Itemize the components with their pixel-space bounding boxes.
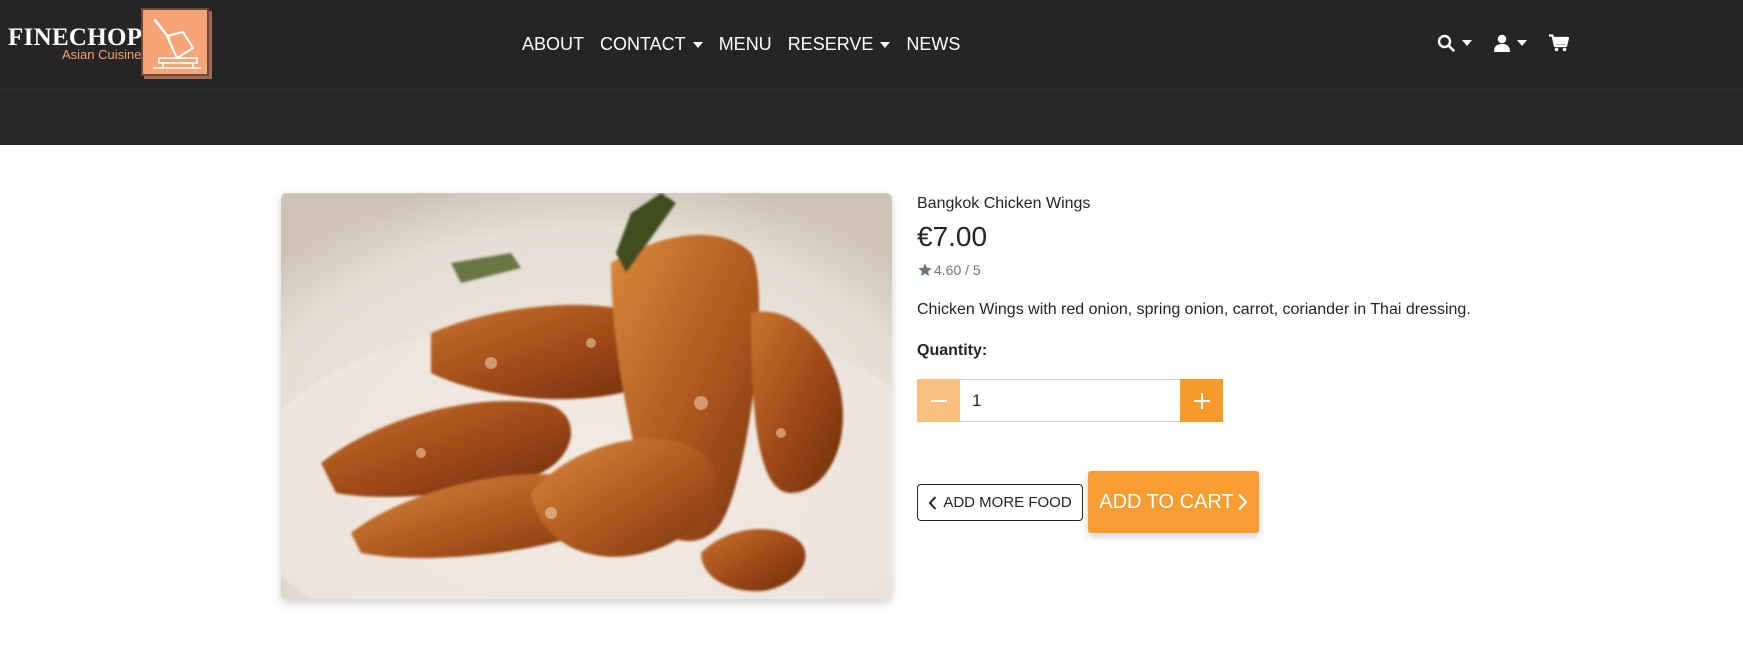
plus-icon bbox=[1193, 392, 1210, 409]
cleaver-logo-icon bbox=[141, 8, 209, 76]
nav-menu-label: MENU bbox=[718, 34, 772, 54]
increase-quantity-button[interactable] bbox=[1180, 379, 1223, 422]
header-banner bbox=[0, 88, 1743, 145]
search-dropdown-toggle[interactable] bbox=[1437, 34, 1472, 52]
add-to-cart-button[interactable]: ADD TO CART bbox=[1088, 471, 1259, 533]
header-tools bbox=[1437, 34, 1591, 52]
caret-down-icon bbox=[880, 41, 891, 48]
nav-reserve[interactable]: RESERVE bbox=[788, 34, 891, 55]
chevron-right-icon bbox=[1237, 493, 1248, 511]
rating-value: 4.60 / 5 bbox=[934, 262, 981, 278]
nav-contact[interactable]: CONTACT bbox=[600, 34, 703, 55]
product-name: Bangkok Chicken Wings bbox=[917, 195, 1091, 212]
user-icon bbox=[1494, 34, 1510, 52]
account-dropdown-toggle[interactable] bbox=[1494, 34, 1527, 52]
nav-about[interactable]: ABOUT bbox=[522, 34, 584, 55]
product-description: Chicken Wings with red onion, spring oni… bbox=[917, 301, 1471, 318]
quantity-stepper bbox=[917, 379, 1223, 422]
nav-menu[interactable]: MENU bbox=[719, 34, 772, 55]
star-icon bbox=[918, 263, 932, 276]
cart-link[interactable] bbox=[1549, 34, 1569, 52]
product-photo bbox=[281, 193, 892, 599]
nav-news-label: NEWS bbox=[906, 34, 961, 54]
main-nav: ABOUT CONTACT MENU RESERVE NEWS bbox=[522, 34, 976, 55]
product-rating: 4.60 / 5 bbox=[917, 262, 981, 278]
add-more-food-label: ADD MORE FOOD bbox=[943, 494, 1072, 511]
top-navbar: FINECHOP Asian Cuisine ABOUT CONTACT MEN… bbox=[0, 0, 1743, 88]
brand-tagline: Asian Cuisine bbox=[62, 47, 142, 62]
nav-reserve-label: RESERVE bbox=[787, 34, 874, 54]
quantity-label: Quantity: bbox=[917, 342, 988, 359]
cart-icon bbox=[1549, 34, 1569, 52]
caret-down-icon bbox=[692, 41, 703, 48]
minus-icon bbox=[930, 399, 947, 402]
chevron-left-icon bbox=[928, 495, 937, 510]
product-price: €7.00 bbox=[917, 221, 988, 252]
search-icon bbox=[1437, 34, 1455, 52]
decrease-quantity-button[interactable] bbox=[917, 379, 960, 422]
add-to-cart-label: ADD TO CART bbox=[1099, 490, 1234, 513]
nav-news[interactable]: NEWS bbox=[906, 34, 960, 55]
caret-down-icon bbox=[1462, 40, 1472, 46]
nav-about-label: ABOUT bbox=[522, 34, 585, 54]
quantity-input[interactable] bbox=[960, 379, 1180, 422]
add-more-food-button[interactable]: ADD MORE FOOD bbox=[917, 484, 1083, 521]
caret-down-icon bbox=[1517, 40, 1527, 46]
nav-contact-label: CONTACT bbox=[600, 34, 686, 54]
